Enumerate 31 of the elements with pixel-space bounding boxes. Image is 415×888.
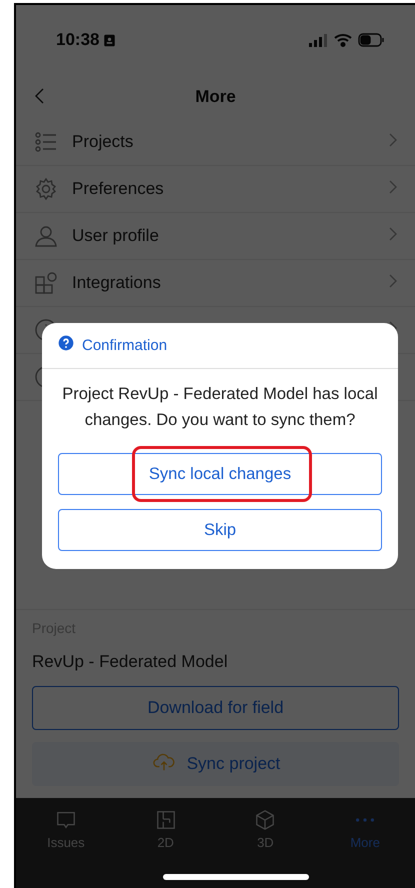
list-icon	[34, 130, 58, 154]
chevron-right-icon	[389, 274, 397, 288]
menu-item[interactable]: Integrations	[72, 273, 375, 293]
more-icon	[356, 818, 374, 822]
signal-icon	[308, 33, 328, 47]
floor-plan-icon	[154, 809, 177, 831]
chevron-right-icon	[389, 132, 397, 146]
id-card-icon	[103, 32, 116, 48]
project-name: RevUp - Federated Model	[32, 652, 229, 672]
question-icon	[58, 335, 74, 351]
speech-bubble-icon	[54, 809, 77, 831]
page-title: More	[194, 87, 237, 107]
wifi-icon	[334, 33, 352, 47]
sync-project-button[interactable]: Sync project	[32, 742, 399, 786]
dialog-message: Project RevUp - Federated Model has local changes. Do you want to sync them?	[61, 384, 379, 431]
chevron-right-icon	[389, 226, 397, 240]
dialog-title: Confirmation	[82, 337, 168, 354]
menu-item[interactable]: Preferences	[72, 179, 375, 199]
dialog-button[interactable]: Sync local changes	[58, 453, 382, 495]
battery-icon	[358, 33, 385, 47]
chevron-right-icon	[389, 180, 397, 194]
settings-icon	[34, 177, 58, 201]
cube-icon	[254, 809, 276, 831]
download-button[interactable]: Download for field	[32, 686, 399, 730]
dialog-button[interactable]: Skip	[58, 509, 382, 551]
status-time: 10:38	[56, 30, 116, 50]
person-icon	[34, 224, 58, 248]
grid-icon	[34, 271, 58, 295]
chevron-left-icon	[34, 86, 46, 104]
menu-item[interactable]: User profile	[72, 226, 375, 246]
menu-item[interactable]: Projects	[72, 132, 375, 152]
